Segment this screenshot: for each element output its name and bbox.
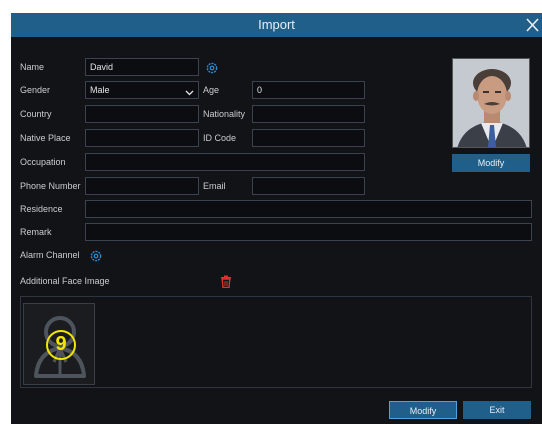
photo-modify-button[interactable]: Modify bbox=[452, 154, 530, 172]
name-field[interactable]: David bbox=[85, 58, 199, 76]
remark-field[interactable] bbox=[85, 223, 532, 241]
face-photo bbox=[452, 58, 530, 148]
name-label: Name bbox=[20, 62, 45, 72]
exit-button[interactable]: Exit bbox=[463, 401, 531, 419]
phone-number-label: Phone Number bbox=[20, 181, 81, 191]
gender-value: Male bbox=[90, 85, 110, 95]
remark-label: Remark bbox=[20, 227, 52, 237]
occupation-label: Occupation bbox=[20, 157, 66, 167]
email-field[interactable] bbox=[252, 177, 365, 195]
additional-face-label: Additional Face Image bbox=[20, 276, 110, 286]
age-field[interactable]: 0 bbox=[252, 81, 365, 99]
email-label: Email bbox=[203, 181, 226, 191]
additional-face-slot[interactable]: 9 bbox=[23, 303, 95, 385]
modify-button[interactable]: Modify bbox=[389, 401, 457, 419]
residence-field[interactable] bbox=[85, 200, 532, 218]
close-icon[interactable] bbox=[522, 13, 542, 37]
country-label: Country bbox=[20, 109, 52, 119]
step-badge: 9 bbox=[46, 330, 76, 360]
id-code-field[interactable] bbox=[252, 129, 365, 147]
alarm-channel-label: Alarm Channel bbox=[20, 250, 80, 260]
nationality-field[interactable] bbox=[252, 105, 365, 123]
dialog-titlebar: Import bbox=[11, 13, 542, 37]
import-dialog: Import Name David Gender Male Age 0 Coun… bbox=[11, 13, 542, 424]
gear-icon[interactable] bbox=[90, 249, 102, 262]
country-field[interactable] bbox=[85, 105, 199, 123]
dialog-title: Import bbox=[258, 17, 295, 32]
gender-label: Gender bbox=[20, 85, 51, 95]
age-label: Age bbox=[203, 85, 220, 95]
nationality-label: Nationality bbox=[203, 109, 246, 119]
occupation-field[interactable] bbox=[85, 153, 365, 171]
gear-icon[interactable] bbox=[206, 61, 218, 74]
native-place-field[interactable] bbox=[85, 129, 199, 147]
phone-number-field[interactable] bbox=[85, 177, 199, 195]
additional-face-panel bbox=[20, 296, 532, 388]
chevron-down-icon bbox=[185, 86, 194, 102]
residence-label: Residence bbox=[20, 204, 63, 214]
gender-select[interactable]: Male bbox=[85, 81, 199, 99]
trash-icon[interactable] bbox=[220, 275, 232, 289]
native-place-label: Native Place bbox=[20, 133, 71, 143]
id-code-label: ID Code bbox=[203, 133, 237, 143]
